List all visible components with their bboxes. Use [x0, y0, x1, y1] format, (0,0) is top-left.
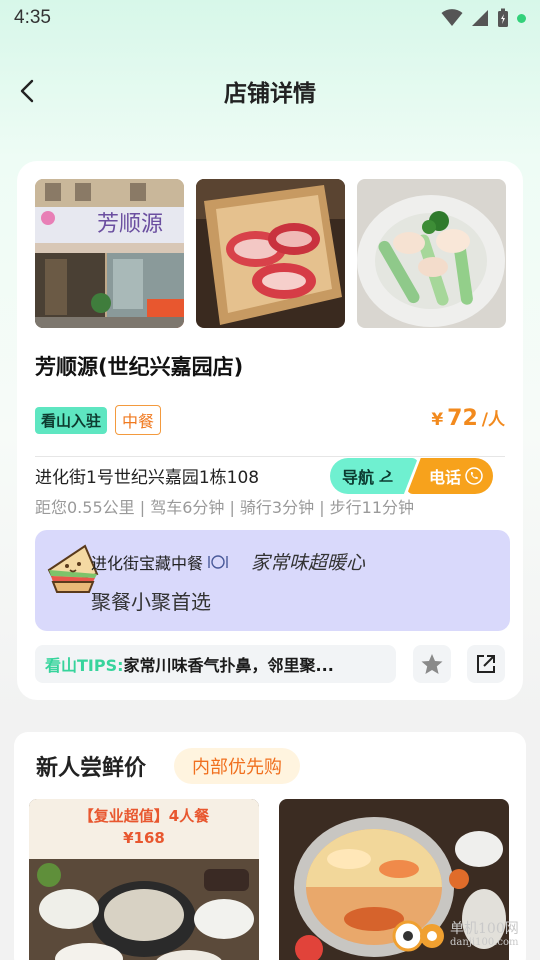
utensils-icon — [208, 555, 228, 569]
deal-item-1-price: ¥168 — [123, 829, 165, 847]
star-icon — [421, 654, 443, 674]
sliced-lamb-photo[interactable] — [196, 179, 345, 328]
distance-info: 距您0.55公里 | 驾车6分钟 | 骑行3分钟 | 步行11分钟 — [35, 498, 415, 517]
price-value: 72 — [447, 406, 478, 431]
call-label: 电话 — [428, 468, 461, 487]
status-time: 4:35 — [14, 7, 51, 28]
promo-slogan: 家常味超暖心 — [251, 552, 366, 574]
deals-title: 新人尝鲜价 — [36, 756, 147, 781]
promo-banner[interactable]: 进化街宝藏中餐 家常味超暖心 聚餐小聚首选 — [35, 530, 510, 631]
store-tags: 看山入驻 中餐 — [35, 405, 162, 435]
watermark-logo-icon — [392, 920, 444, 952]
page-title: 店铺详情 — [224, 81, 316, 107]
store-photos: 芳顺源 — [35, 179, 506, 328]
back-button[interactable] — [12, 74, 42, 108]
navigate-button[interactable]: 导航 — [330, 458, 418, 494]
notification-dot — [517, 13, 526, 23]
divider — [35, 456, 505, 457]
favorite-button[interactable] — [413, 645, 451, 683]
deals-badge: 内部优先购 — [174, 748, 300, 784]
dish-photo[interactable] — [357, 179, 506, 328]
settled-tag: 看山入驻 — [35, 406, 108, 434]
wifi-icon — [441, 9, 463, 26]
signal-icon — [472, 10, 488, 26]
tips-label: 看山TIPS: — [45, 656, 124, 675]
store-address: 进化街1号世纪兴嘉园1栋108 — [35, 468, 260, 488]
promo-line1-text: 进化街宝藏中餐 — [91, 554, 204, 573]
cuisine-tag: 中餐 — [115, 405, 162, 435]
tips-box[interactable]: 看山TIPS: 家常川味香气扑鼻，邻里聚... — [35, 645, 396, 683]
watermark-text: 单机100网 — [450, 920, 519, 937]
navigate-label: 导航 — [341, 468, 374, 487]
call-button[interactable]: 电话 — [407, 458, 493, 494]
price-currency: ¥ — [431, 410, 444, 430]
signboard-text: 芳顺源 — [97, 212, 163, 237]
share-button[interactable] — [467, 645, 505, 683]
average-price: ¥ 72 /人 — [431, 405, 505, 431]
deal-item-1-banner: 【复业超值】4人餐 — [79, 807, 210, 825]
phone-icon — [465, 467, 483, 485]
navigate-icon — [379, 470, 393, 482]
status-bar: 4:35 — [0, 0, 540, 36]
watermark-subtext: danji100.com — [450, 937, 519, 949]
price-unit: /人 — [481, 410, 505, 430]
battery-icon — [498, 8, 508, 27]
status-icons — [441, 8, 526, 28]
header: 店铺详情 — [0, 60, 540, 122]
promo-line1: 进化街宝藏中餐 — [91, 550, 229, 574]
back-arrow-icon — [20, 79, 34, 103]
deal-item-1[interactable]: 【复业超值】4人餐 ¥168 — [29, 799, 259, 960]
share-icon — [477, 655, 495, 673]
storefront-photo[interactable]: 芳顺源 — [35, 179, 184, 328]
store-name: 芳顺源(世纪兴嘉园店) — [35, 355, 244, 379]
store-info-card: 芳顺源 芳顺源(世纪兴嘉园店) 看山入驻 中餐 ¥ 72 /人 进化街1号世纪兴… — [17, 161, 523, 700]
tips-text: 家常川味香气扑鼻，邻里聚... — [123, 656, 334, 675]
promo-line2: 聚餐小聚首选 — [91, 590, 211, 614]
watermark: 单机100网 danji100.com — [392, 918, 519, 952]
